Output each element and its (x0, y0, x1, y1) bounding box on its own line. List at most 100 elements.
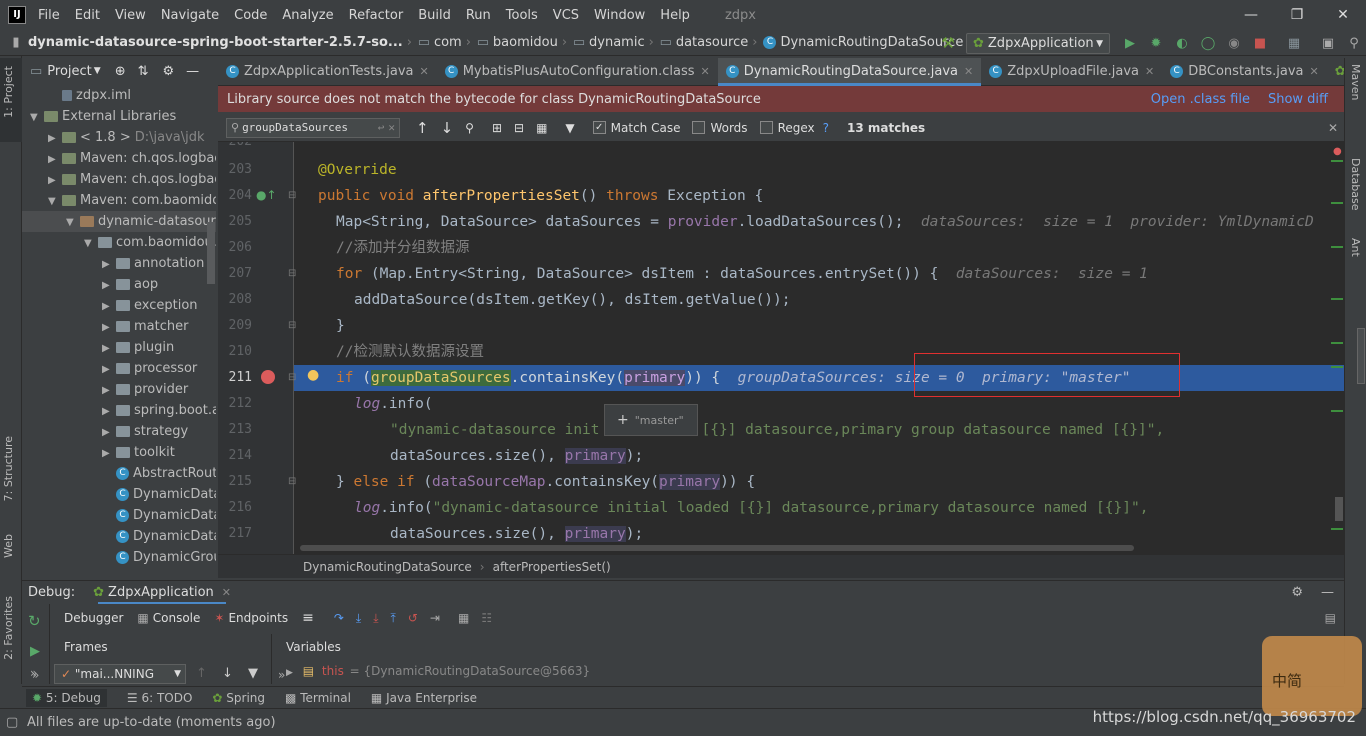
expand-plus-icon[interactable]: + (617, 412, 629, 428)
collapsed-arrow-icon[interactable]: ▶ (48, 149, 62, 169)
close-icon[interactable]: ✕ (964, 65, 973, 78)
menu-build[interactable]: Build (418, 8, 451, 23)
expanded-arrow-icon[interactable]: ▼ (48, 191, 62, 211)
regex-help-link[interactable]: ? (823, 121, 829, 135)
console-tab[interactable]: Console (153, 611, 201, 625)
run-to-cursor-icon[interactable]: ⇥ (430, 611, 440, 625)
tree-item[interactable]: ▶ toolkit (102, 442, 216, 463)
menu-run[interactable]: Run (466, 8, 491, 23)
minimize-icon[interactable]: — (1228, 0, 1274, 30)
fold-marker-icon[interactable]: ⊟ (288, 372, 296, 383)
debug-icon[interactable]: ✹ (1148, 36, 1164, 52)
fold-marker-icon[interactable]: ⊟ (288, 190, 296, 201)
tree-item[interactable]: ▼ Maven: com.baomidou:d (48, 190, 216, 211)
tree-item[interactable]: C DynamicDataSo (102, 505, 216, 526)
tree-scrollbar[interactable] (207, 222, 215, 284)
collapsed-arrow-icon[interactable]: ▶ (102, 275, 116, 295)
debugger-tab[interactable]: Debugger (64, 611, 123, 625)
fold-marker-icon[interactable]: ⊟ (288, 268, 296, 279)
error-stripe-icon[interactable]: ● (1333, 146, 1342, 157)
build-hammer-icon[interactable]: ⚒ (940, 35, 956, 51)
close-icon[interactable]: ✕ (1310, 65, 1319, 78)
regex-checkbox[interactable] (759, 121, 773, 134)
collapsed-arrow-icon[interactable]: ▶ (102, 359, 116, 379)
tab-dynamic-routing-datasource[interactable]: C DynamicRoutingDataSource.java ✕ (717, 57, 982, 86)
menu-tools[interactable]: Tools (506, 8, 538, 23)
collapsed-arrow-icon[interactable]: ▶ (48, 170, 62, 190)
menu-code[interactable]: Code (234, 8, 267, 23)
tree-item[interactable]: ▶ matcher (102, 316, 216, 337)
collapsed-arrow-icon[interactable]: ▶ (102, 338, 116, 358)
attach-icon[interactable]: ◉ (1226, 36, 1242, 52)
tool-tab-project[interactable]: 1: Project (2, 66, 15, 118)
value-tooltip[interactable]: + "master" (604, 404, 698, 436)
hide-icon[interactable]: — (186, 64, 199, 79)
step-into-icon[interactable]: ⤓ (373, 611, 378, 626)
close-icon[interactable]: ✕ (1320, 0, 1366, 30)
breadcrumb-com[interactable]: com (434, 35, 462, 50)
chevron-down-icon[interactable]: ▼ (94, 66, 101, 76)
previous-match-icon[interactable]: ↑ (416, 119, 429, 137)
tree-item[interactable]: ▶ processor (102, 358, 216, 379)
collapsed-arrow-icon[interactable]: ▶ (48, 128, 62, 148)
editor-breadcrumb-method[interactable]: afterPropertiesSet() (493, 560, 611, 574)
add-occurrence-icon[interactable]: ⊞ (492, 121, 502, 135)
down-arrow-icon[interactable]: ↓ (222, 666, 233, 681)
tab-zdpx-application-tests[interactable]: C ZdpxApplicationTests.java ✕ (218, 58, 437, 86)
tree-item[interactable]: ▼ com.baomidou.dy (84, 232, 216, 253)
breakpoint-icon[interactable] (261, 370, 275, 384)
horizontal-scrollbar[interactable] (300, 545, 1134, 551)
tree-item[interactable]: ▶ plugin (102, 337, 216, 358)
trace-icon[interactable]: ☷ (481, 611, 492, 625)
menu-view[interactable]: View (115, 8, 146, 23)
more-icon[interactable]: » (32, 668, 39, 682)
tab-mybatis-plus-autoconfiguration[interactable]: C MybatisPlusAutoConfiguration.class ✕ (437, 58, 718, 86)
next-match-icon[interactable]: ↓ (441, 119, 454, 137)
evaluate-icon[interactable]: ▦ (458, 611, 469, 625)
profile-icon[interactable]: ◯ (1200, 36, 1216, 52)
collapse-icon[interactable]: ⇅ (138, 64, 149, 79)
collapsed-arrow-icon[interactable]: ▶ (102, 443, 116, 463)
menu-analyze[interactable]: Analyze (282, 8, 333, 23)
breadcrumb-datasource[interactable]: datasource (676, 35, 748, 50)
tree-item[interactable]: C DynamicDataSo (102, 484, 216, 505)
tree-item[interactable]: ▼ External Libraries (30, 106, 216, 127)
collapsed-arrow-icon[interactable]: ▶ (102, 317, 116, 337)
menu-file[interactable]: File (38, 8, 60, 23)
rerun-icon[interactable]: ↻ (28, 612, 41, 630)
editor-breadcrumb-class[interactable]: DynamicRoutingDataSource (303, 560, 472, 574)
tree-item[interactable]: C AbstractRouting (102, 463, 216, 484)
search-everywhere-icon[interactable]: ⚲ (1346, 36, 1362, 52)
bottom-tab-debug[interactable]: ✹ 5: Debug (26, 688, 107, 707)
clear-icon[interactable]: ✕ (388, 121, 395, 134)
menu-window[interactable]: Window (594, 8, 645, 23)
bottom-tab-terminal[interactable]: ▩ Terminal (285, 691, 351, 705)
tree-item[interactable]: C DynamicGroupI (102, 547, 216, 568)
fold-marker-icon[interactable]: ⊟ (288, 476, 296, 487)
collapsed-arrow-icon[interactable]: ▶ (102, 422, 116, 442)
expanded-arrow-icon[interactable]: ▼ (84, 233, 98, 253)
up-arrow-icon[interactable]: ↑ (196, 666, 207, 681)
tree-item[interactable]: ▶ exception (102, 295, 216, 316)
tab-db-constants[interactable]: C DBConstants.java ✕ (1162, 58, 1327, 86)
status-panel-icon[interactable]: ▢ (6, 715, 18, 730)
expanded-arrow-icon[interactable]: ▼ (30, 107, 44, 127)
open-class-file-link[interactable]: Open .class file (1151, 92, 1250, 107)
collapsed-arrow-icon[interactable]: ▶ (102, 380, 116, 400)
breadcrumb-class[interactable]: DynamicRoutingDataSource (780, 35, 963, 50)
breadcrumb-jar[interactable]: dynamic-datasource-spring-boot-starter-2… (28, 35, 403, 50)
more-icon[interactable]: » (278, 668, 285, 682)
fold-marker-icon[interactable]: ⊟ (288, 320, 296, 331)
step-over-icon[interactable]: ⤓ (356, 611, 361, 626)
tool-tab-structure[interactable]: 7: Structure (2, 436, 15, 501)
search-input[interactable]: ⚲ groupDataSources ↩ ✕ (226, 117, 400, 138)
gear-icon[interactable]: ⚙ (163, 64, 175, 79)
remove-occurrence-icon[interactable]: ⊟ (514, 121, 524, 135)
find-all-icon[interactable]: ⚲ (465, 121, 474, 135)
close-icon[interactable]: ✕ (1328, 121, 1338, 135)
breadcrumb-dynamic[interactable]: dynamic (589, 35, 645, 50)
thread-select[interactable]: ✓ "mai...NNING ▼ (54, 664, 186, 684)
minimap-slider[interactable] (1357, 328, 1365, 384)
restore-icon[interactable]: ❐ (1274, 0, 1320, 30)
menu-refactor[interactable]: Refactor (349, 8, 404, 23)
